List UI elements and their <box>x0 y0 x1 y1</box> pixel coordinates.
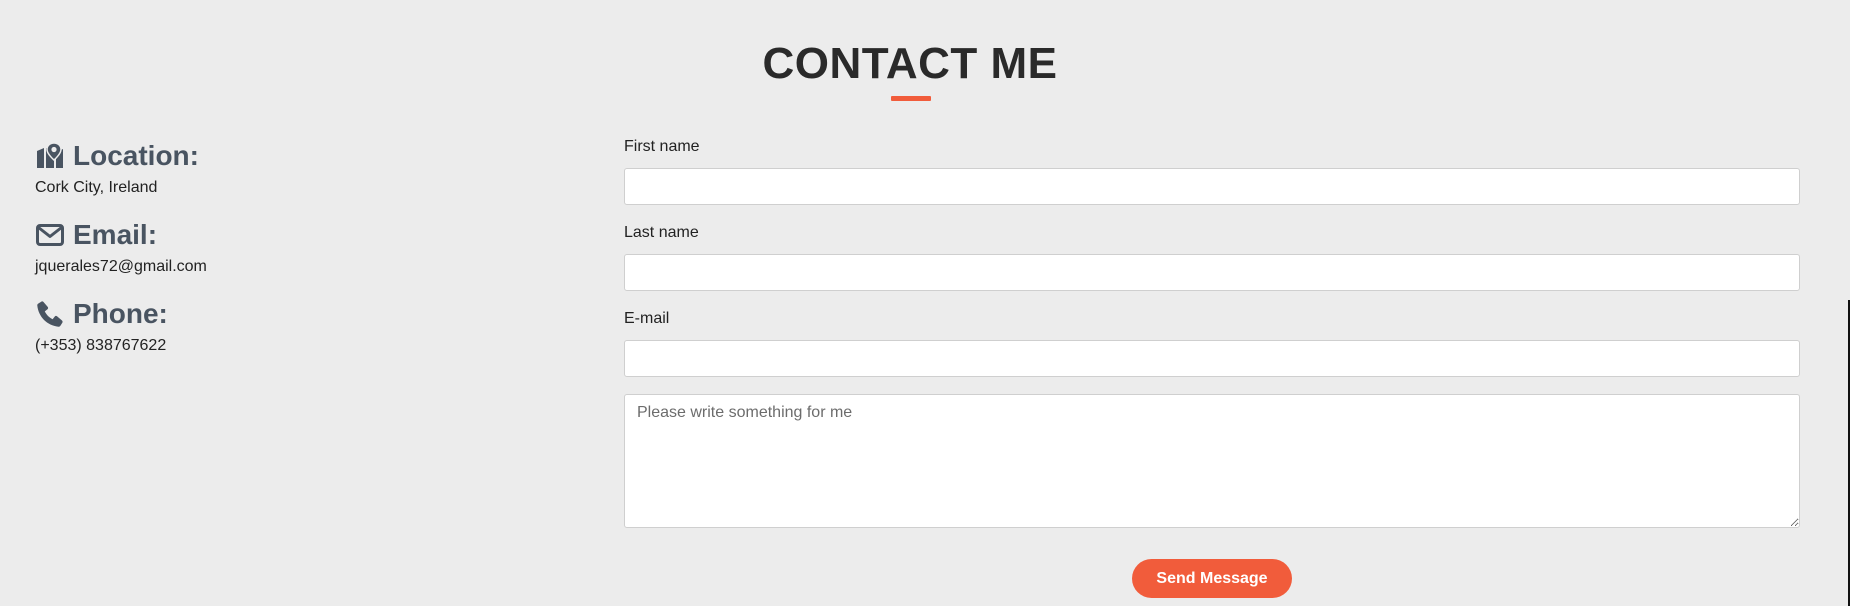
location-value: Cork City, Ireland <box>35 179 158 196</box>
send-message-button[interactable]: Send Message <box>1132 559 1292 598</box>
phone-value: (+353) 838767622 <box>35 337 167 354</box>
phone-block: Phone: (+353) 838767622 <box>35 297 555 356</box>
phone-label: Phone: <box>73 298 168 329</box>
phone-icon <box>35 299 65 329</box>
contact-info: Location: Cork City, Ireland Email: jque… <box>35 139 555 376</box>
email-field-label: E-mail <box>624 310 670 327</box>
email-block: Email: jquerales72@gmail.com <box>35 218 555 277</box>
last-name-input[interactable] <box>624 254 1800 291</box>
first-name-label: First name <box>624 138 700 155</box>
email-label: Email: <box>73 219 158 250</box>
last-name-label: Last name <box>624 224 699 241</box>
message-textarea[interactable] <box>624 394 1800 528</box>
contact-page: CONTACT ME Location: Cork City, Ireland <box>0 0 1850 606</box>
map-location-icon <box>35 141 65 171</box>
first-name-input[interactable] <box>624 168 1800 205</box>
email-value: jquerales72@gmail.com <box>35 258 207 275</box>
envelope-icon <box>35 220 65 250</box>
location-block: Location: Cork City, Ireland <box>35 139 555 198</box>
page-title: CONTACT ME <box>762 39 1058 88</box>
title-underline <box>891 96 931 101</box>
email-input[interactable] <box>624 340 1800 377</box>
location-label: Location: <box>73 140 199 171</box>
